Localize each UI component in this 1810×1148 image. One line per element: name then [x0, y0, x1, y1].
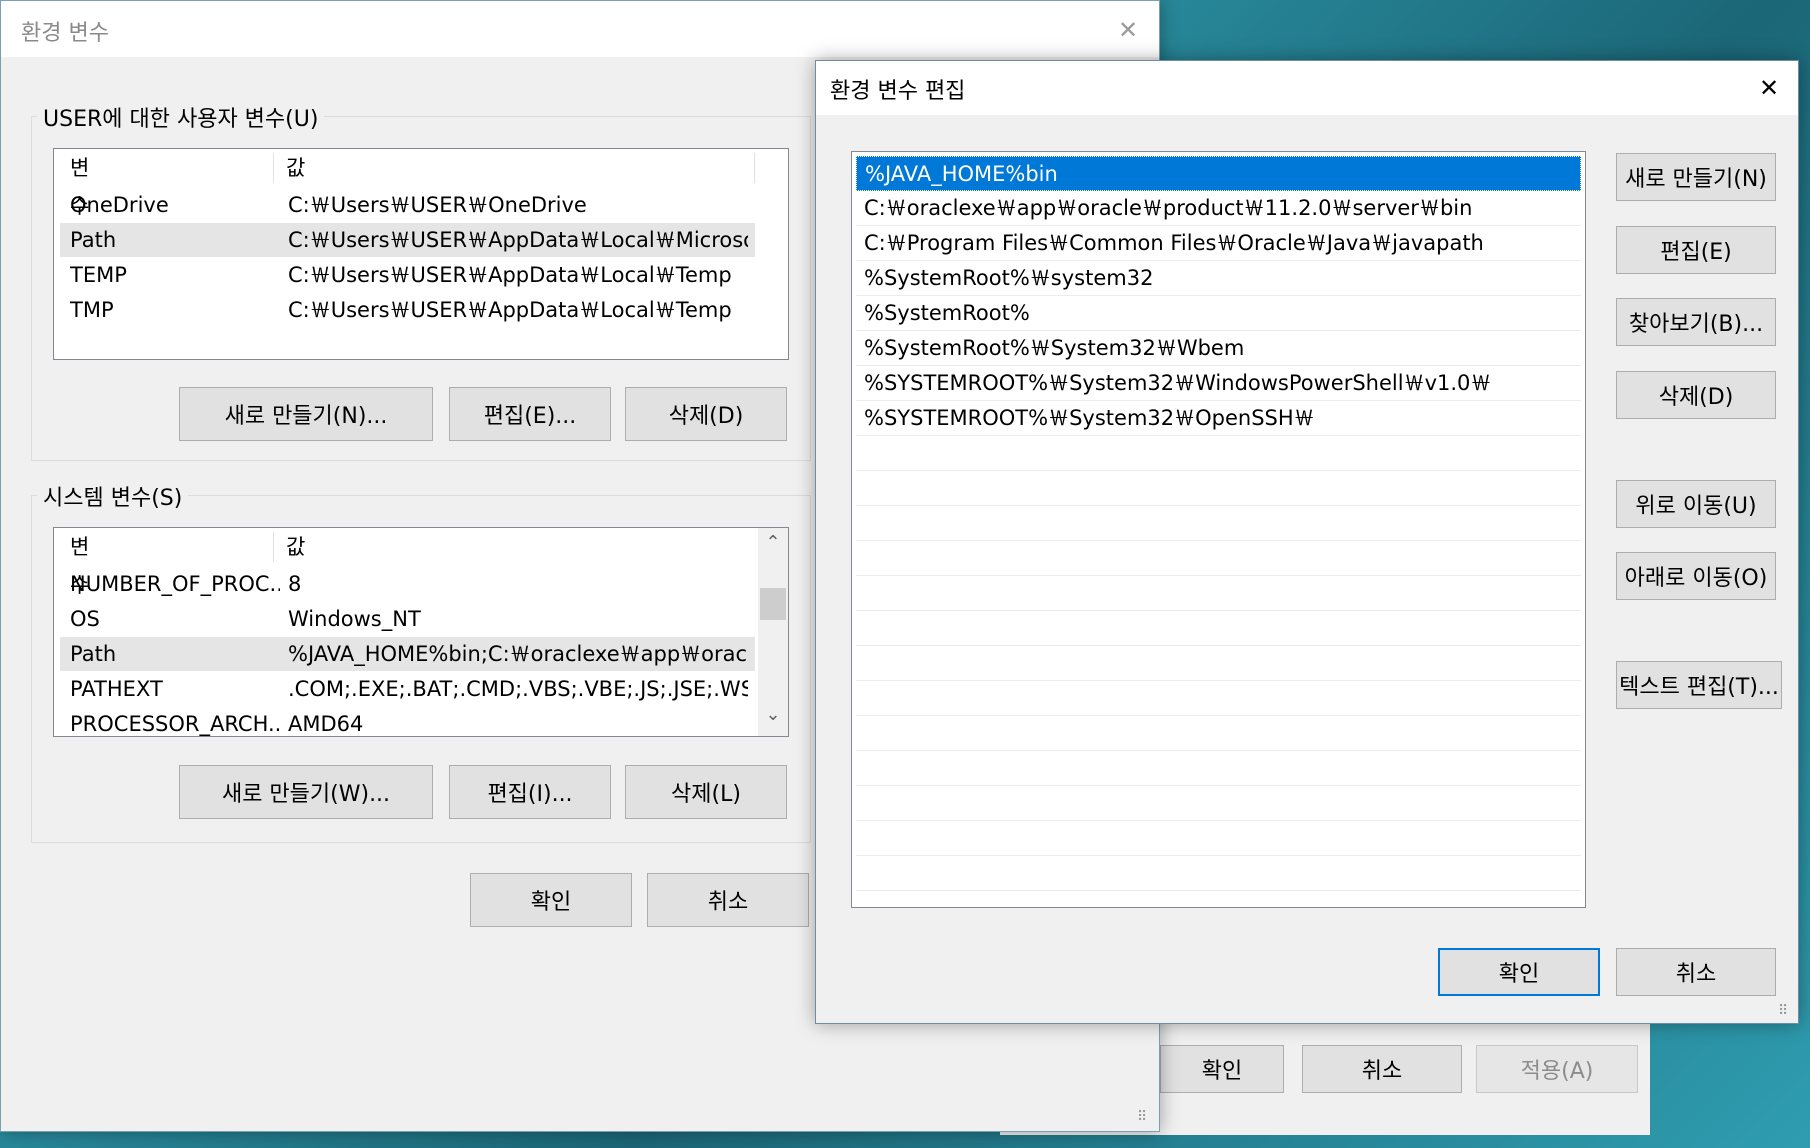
env-cancel-button[interactable]: 취소 — [647, 873, 809, 927]
back-cancel-button[interactable]: 취소 — [1302, 1045, 1462, 1093]
system-new-button[interactable]: 새로 만들기(W)... — [179, 765, 433, 819]
path-entry-empty[interactable] — [856, 751, 1581, 786]
col-value-header[interactable]: 값 — [286, 528, 305, 566]
user-edit-button[interactable]: 편집(E)... — [449, 387, 611, 441]
col-value-header[interactable]: 값 — [286, 149, 305, 187]
path-entries-list[interactable]: %JAVA_HOME%bin C:￦oraclexe￦app￦oracle￦pr… — [851, 151, 1586, 908]
path-entry-empty[interactable] — [856, 716, 1581, 751]
edit-cancel-button[interactable]: 취소 — [1616, 948, 1776, 996]
path-entry-empty[interactable] — [856, 506, 1581, 541]
user-var-row-selected[interactable]: Path C:￦Users￦USER￦AppData￦Local￦Microsof… — [60, 223, 755, 257]
header-separator — [754, 153, 755, 183]
edit-delete-button[interactable]: 삭제(D) — [1616, 371, 1776, 419]
path-entry[interactable]: %SYSTEMROOT%￦System32￦WindowsPowerShell￦… — [856, 366, 1581, 401]
edit-environment-variable-dialog: 환경 변수 편집 ✕ %JAVA_HOME%bin C:￦oraclexe￦ap… — [815, 60, 1799, 1024]
system-vars-label: 시스템 변수(S) — [37, 480, 189, 512]
edit-title-bar: 환경 변수 편집 ✕ — [816, 61, 1798, 115]
path-entry-empty[interactable] — [856, 471, 1581, 506]
path-entry[interactable]: %SYSTEMROOT%￦System32￦OpenSSH￦ — [856, 401, 1581, 436]
user-vars-label: USER에 대한 사용자 변수(U) — [37, 101, 325, 133]
header-separator — [273, 532, 274, 562]
system-edit-button[interactable]: 편집(I)... — [449, 765, 611, 819]
env-ok-button[interactable]: 확인 — [470, 873, 632, 927]
user-var-row[interactable]: OneDrive C:￦Users￦USER￦OneDrive — [60, 188, 755, 222]
path-entry-empty[interactable] — [856, 856, 1581, 891]
scroll-down-icon[interactable]: ⌄ — [758, 704, 788, 725]
path-entry-empty[interactable] — [856, 611, 1581, 646]
path-entry-empty[interactable] — [856, 576, 1581, 611]
path-entry-empty[interactable] — [856, 541, 1581, 576]
edit-edit-button[interactable]: 편집(E) — [1616, 226, 1776, 274]
back-ok-button[interactable]: 확인 — [1160, 1045, 1284, 1093]
system-var-row[interactable]: PROCESSOR_ARCH... AMD64 — [60, 707, 755, 736]
path-entry[interactable]: %SystemRoot% — [856, 296, 1581, 331]
resize-grip-icon[interactable]: ⠿ — [1778, 1003, 1788, 1019]
path-entry-empty[interactable] — [856, 646, 1581, 681]
edit-ok-button[interactable]: 확인 — [1438, 948, 1600, 996]
path-entry[interactable]: C:￦oraclexe￦app￦oracle￦product￦11.2.0￦se… — [856, 191, 1581, 226]
system-var-row-selected[interactable]: Path %JAVA_HOME%bin;C:￦oraclexe￦app￦oracl… — [60, 637, 755, 671]
edit-dialog-title: 환경 변수 편집 — [830, 79, 966, 104]
path-entry-empty[interactable] — [856, 821, 1581, 856]
path-entry[interactable]: C:￦Program Files￦Common Files￦Oracle￦Jav… — [856, 226, 1581, 261]
user-vars-list[interactable]: 변수 값 OneDrive C:￦Users￦USER￦OneDrive Path… — [53, 148, 789, 360]
user-new-button[interactable]: 새로 만들기(N)... — [179, 387, 433, 441]
resize-grip-icon[interactable]: ⠿ — [1137, 1109, 1147, 1125]
env-title-bar: 환경 변수 ✕ — [1, 1, 1159, 57]
env-dialog-title: 환경 변수 — [21, 21, 109, 46]
back-apply-button: 적용(A) — [1476, 1045, 1638, 1093]
edit-new-button[interactable]: 새로 만들기(N) — [1616, 153, 1776, 201]
path-entry-empty[interactable] — [856, 786, 1581, 821]
system-var-row[interactable]: OS Windows_NT — [60, 602, 755, 636]
move-down-button[interactable]: 아래로 이동(O) — [1616, 552, 1776, 600]
path-entry[interactable]: %SystemRoot%￦system32 — [856, 261, 1581, 296]
user-delete-button[interactable]: 삭제(D) — [625, 387, 787, 441]
scroll-up-icon[interactable]: ⌃ — [758, 532, 788, 553]
system-vars-list[interactable]: 변수 값 NUMBER_OF_PROC... 8 OS Windows_NT Pat… — [53, 527, 789, 737]
path-entry-selected[interactable]: %JAVA_HOME%bin — [856, 156, 1581, 191]
system-var-row[interactable]: PATHEXT .COM;.EXE;.BAT;.CMD;.VBS;.VBE;.JS… — [60, 672, 755, 706]
system-vars-scrollbar[interactable]: ⌃ ⌄ — [758, 528, 788, 736]
path-entry-empty[interactable] — [856, 436, 1581, 471]
edit-close-icon[interactable]: ✕ — [1746, 73, 1792, 103]
header-separator — [273, 153, 274, 183]
edit-browse-button[interactable]: 찾아보기(B)... — [1616, 298, 1776, 346]
path-entry[interactable]: %SystemRoot%￦System32￦Wbem — [856, 331, 1581, 366]
user-var-row[interactable]: TMP C:￦Users￦USER￦AppData￦Local￦Temp — [60, 293, 755, 327]
path-entry-empty[interactable] — [856, 681, 1581, 716]
scrollbar-thumb[interactable] — [760, 588, 786, 620]
system-var-row[interactable]: NUMBER_OF_PROC... 8 — [60, 567, 755, 601]
user-var-row[interactable]: TEMP C:￦Users￦USER￦AppData￦Local￦Temp — [60, 258, 755, 292]
move-up-button[interactable]: 위로 이동(U) — [1616, 480, 1776, 528]
env-close-icon[interactable]: ✕ — [1105, 15, 1151, 45]
system-delete-button[interactable]: 삭제(L) — [625, 765, 787, 819]
edit-text-button[interactable]: 텍스트 편집(T)... — [1616, 661, 1782, 709]
